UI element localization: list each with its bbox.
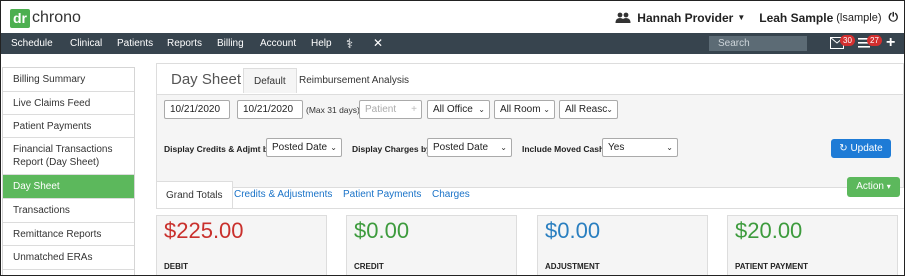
report-tabs: Grand Totals Credits & Adjustments Patie…	[156, 181, 904, 209]
date-to-input[interactable]: 10/21/2020	[237, 100, 303, 119]
reason-select[interactable]: All Reasc ⌄	[559, 100, 618, 119]
credits-display-select[interactable]: Posted Date ⌄	[266, 138, 342, 157]
chevron-down-icon: ⌄	[500, 143, 507, 152]
sidebar-item-live-claims-feed[interactable]: Live Claims Feed	[3, 92, 134, 115]
nav-account[interactable]: Account	[260, 33, 296, 54]
messages-button[interactable]: 30	[830, 35, 855, 52]
nav-reports[interactable]: Reports	[167, 33, 202, 54]
chevron-down-icon: ⌄	[478, 105, 485, 114]
add-icon[interactable]: +	[886, 34, 895, 52]
adjustment-label: ADJUSTMENT	[545, 262, 600, 271]
logo-text: chrono	[32, 9, 81, 26]
chevron-down-icon: ⌄	[543, 105, 550, 114]
users-icon	[615, 12, 631, 23]
moved-cash-select[interactable]: Yes ⌄	[602, 138, 678, 157]
max-days-hint: (Max 31 days)	[306, 105, 360, 115]
sidebar-item-patient-payments[interactable]: Patient Payments	[3, 115, 134, 138]
chevron-down-icon: ⌄	[606, 105, 613, 114]
top-bar: dr chrono Hannah Provider ▼ Leah Sample …	[1, 1, 904, 33]
app-window: dr chrono Hannah Provider ▼ Leah Sample …	[0, 0, 905, 276]
task-count-badge: 27	[867, 35, 882, 46]
main-nav: Schedule Clinical Patients Reports Billi…	[1, 33, 904, 54]
nav-clinical[interactable]: Clinical	[70, 33, 102, 54]
chevron-down-icon: ⌄	[330, 143, 337, 152]
credit-value: $0.00	[354, 218, 410, 243]
plus-icon: +	[411, 104, 417, 115]
page-title: Day Sheet	[171, 71, 242, 88]
user-area: Hannah Provider ▼ Leah Sample (lsample) …	[615, 10, 898, 25]
drchrono-logo[interactable]: dr chrono	[10, 8, 81, 28]
charges-display-value: Posted Date	[433, 142, 489, 153]
credits-display-label: Display Credits & Adjmt by	[164, 144, 273, 154]
tab-patient-payments[interactable]: Patient Payments	[334, 181, 430, 209]
tab-charges[interactable]: Charges	[423, 181, 479, 209]
patient-payment-label: PATIENT PAYMENT	[735, 262, 809, 271]
tasks-button[interactable]: 27	[858, 35, 882, 52]
action-button[interactable]: Action ▾	[847, 177, 900, 197]
billing-sidebar: Billing Summary Live Claims Feed Patient…	[2, 67, 135, 275]
caduceus-icon[interactable]: ⚕	[346, 33, 353, 54]
power-icon[interactable]: ⏻	[889, 10, 899, 25]
credit-label: CREDIT	[354, 262, 384, 271]
patient-placeholder: Patient	[365, 104, 397, 115]
moved-cash-label: Include Moved Cash	[522, 144, 605, 154]
update-button[interactable]: ↻ Update	[831, 139, 891, 158]
office-select-value: All Office	[433, 104, 473, 115]
nav-billing[interactable]: Billing	[217, 33, 244, 54]
charges-display-label: Display Charges by	[352, 144, 431, 154]
nav-schedule[interactable]: Schedule	[11, 33, 53, 54]
mail-count-badge: 30	[840, 35, 855, 46]
debit-card: $225.00 DEBIT	[156, 215, 327, 275]
user-name[interactable]: Leah Sample	[759, 11, 833, 25]
tabs-divider	[156, 208, 904, 209]
sidebar-item-transactions[interactable]: Transactions	[3, 199, 134, 223]
panel-header: Day Sheet Default Reimbursement Analysis	[156, 63, 904, 94]
adjustment-value: $0.00	[545, 218, 601, 243]
day-sheet-panel: Day Sheet Default Reimbursement Analysis…	[156, 63, 904, 275]
moved-cash-value: Yes	[608, 142, 625, 153]
sidebar-item-financial-transactions-report[interactable]: Financial Transactions Report (Day Sheet…	[3, 138, 134, 175]
tab-grand-totals[interactable]: Grand Totals	[156, 181, 233, 209]
search-input[interactable]: Search	[709, 36, 807, 51]
nav-help[interactable]: Help	[311, 33, 332, 54]
room-select[interactable]: All Room ⌄	[494, 100, 555, 119]
patient-payment-value: $20.00	[735, 218, 803, 243]
tab-credits-adjustments[interactable]: Credits & Adjustments	[225, 181, 341, 209]
charges-display-select[interactable]: Posted Date ⌄	[427, 138, 512, 157]
chevron-down-icon[interactable]: ▼	[737, 13, 745, 22]
tools-icon[interactable]: ✕	[373, 33, 383, 54]
logo-mark: dr	[10, 8, 30, 28]
update-button-label: Update	[850, 143, 883, 154]
credit-card: $0.00 CREDIT	[346, 215, 517, 275]
filter-panel: 10/21/2020 10/21/2020 (Max 31 days) Pati…	[156, 94, 904, 188]
patient-payment-card: $20.00 PATIENT PAYMENT	[727, 215, 898, 275]
sidebar-item-billing-summary[interactable]: Billing Summary	[3, 68, 134, 92]
tab-reimbursement-analysis[interactable]: Reimbursement Analysis	[289, 68, 419, 93]
refresh-icon: ↻	[839, 143, 848, 154]
date-from-input[interactable]: 10/21/2020	[164, 100, 230, 119]
sidebar-item-day-sheet[interactable]: Day Sheet	[3, 175, 134, 199]
nav-patients[interactable]: Patients	[117, 33, 153, 54]
debit-label: DEBIT	[164, 262, 188, 271]
action-button-label: Action	[856, 181, 884, 192]
chevron-down-icon: ⌄	[666, 143, 673, 152]
chevron-down-icon: ▾	[886, 182, 891, 191]
patient-input[interactable]: Patient +	[359, 100, 422, 119]
user-username: (lsample)	[836, 11, 882, 24]
sidebar-item-remittance-reports[interactable]: Remittance Reports	[3, 223, 134, 246]
adjustment-card: $0.00 ADJUSTMENT	[537, 215, 708, 275]
office-select[interactable]: All Office ⌄	[427, 100, 490, 119]
room-select-value: All Room	[500, 104, 541, 115]
reason-select-value: All Reasc	[565, 104, 608, 115]
sidebar-item-unmatched-eras[interactable]: Unmatched ERAs	[3, 246, 134, 270]
credits-display-value: Posted Date	[272, 142, 328, 153]
debit-value: $225.00	[164, 218, 244, 243]
provider-menu[interactable]: Hannah Provider	[637, 11, 733, 25]
